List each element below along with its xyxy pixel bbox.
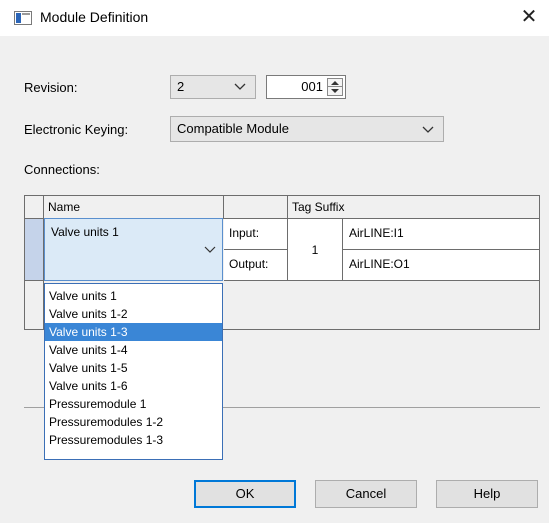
column-header-blank — [224, 196, 288, 219]
revision-minor-value: 001 — [301, 79, 323, 94]
chevron-down-icon — [234, 83, 246, 90]
grid-corner — [25, 196, 44, 219]
electronic-keying-select[interactable]: Compatible Module — [170, 116, 444, 142]
dropdown-option[interactable]: Valve units 1-4 — [45, 341, 222, 359]
row-header-selected[interactable] — [25, 219, 44, 281]
electronic-keying-value: Compatible Module — [177, 121, 290, 136]
spin-up-icon[interactable] — [331, 81, 339, 85]
chevron-down-icon — [204, 246, 216, 253]
spinner-divider — [328, 86, 342, 87]
output-tag-suffix[interactable]: AirLINE:O1 — [343, 250, 539, 281]
connection-count: 1 — [288, 219, 343, 281]
connections-label: Connections: — [24, 162, 100, 177]
title-bar: Module Definition ✕ — [0, 0, 549, 36]
dropdown-option[interactable]: Valve units 1 — [45, 287, 222, 305]
chevron-down-icon — [422, 126, 434, 133]
dropdown-option[interactable]: Pressuremodule 1 — [45, 395, 222, 413]
module-definition-dialog: Module Definition ✕ Revision: 2 001 Elec… — [0, 0, 549, 523]
module-window-icon — [14, 11, 32, 25]
ok-button[interactable]: OK — [194, 480, 296, 508]
row-header-empty[interactable] — [25, 281, 44, 330]
dropdown-option[interactable]: Valve units 1-2 — [45, 305, 222, 323]
spinner-buttons[interactable] — [327, 78, 343, 96]
dropdown-option[interactable]: Pressuremodules 1-2 — [45, 413, 222, 431]
close-button[interactable]: ✕ — [509, 0, 549, 36]
column-header-name[interactable]: Name — [44, 196, 224, 219]
revision-minor-spinner[interactable]: 001 — [266, 75, 346, 99]
input-tag-suffix[interactable]: AirLINE:I1 — [343, 219, 539, 250]
input-label: Input: — [224, 219, 288, 250]
cancel-button[interactable]: Cancel — [315, 480, 417, 508]
revision-label: Revision: — [24, 80, 78, 95]
dropdown-option[interactable]: Valve units 1-5 — [45, 359, 222, 377]
connection-name-select[interactable]: Valve units 1 — [44, 218, 223, 281]
dropdown-option[interactable]: Valve units 1-6 — [45, 377, 222, 395]
revision-major-select[interactable]: 2 — [170, 75, 256, 99]
connection-name-dropdown[interactable]: Valve units 1 Valve units 1-2 Valve unit… — [44, 283, 223, 460]
revision-major-value: 2 — [177, 79, 185, 94]
spin-down-icon[interactable] — [331, 89, 339, 93]
help-button[interactable]: Help — [436, 480, 538, 508]
window-title: Module Definition — [40, 9, 149, 25]
connection-name-value: Valve units 1 — [51, 225, 119, 239]
dropdown-option-selected[interactable]: Valve units 1-3 — [45, 323, 222, 341]
dropdown-option[interactable]: Pressuremodules 1-3 — [45, 431, 222, 449]
electronic-keying-label: Electronic Keying: — [24, 122, 129, 137]
column-header-tag-suffix[interactable]: Tag Suffix — [288, 196, 539, 219]
output-label: Output: — [224, 250, 288, 281]
